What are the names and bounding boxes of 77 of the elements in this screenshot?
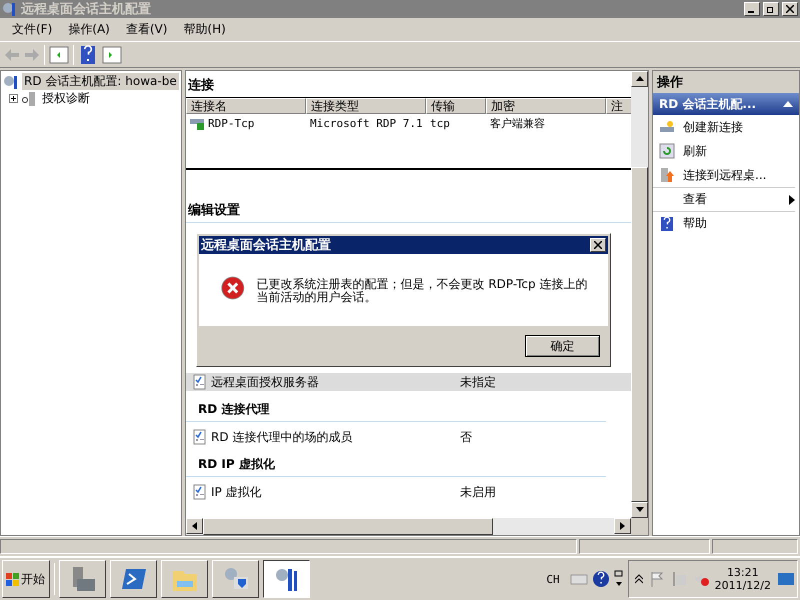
action-item[interactable]: 创建新连接	[653, 115, 795, 139]
clock-time: 13:21	[726, 566, 759, 579]
right-arrow-icon	[618, 522, 626, 530]
menu-item[interactable]: 操作(A)	[60, 21, 118, 38]
close-button[interactable]	[590, 238, 606, 252]
clock-date: 2011/12/2	[714, 579, 771, 592]
section-title: 连接	[187, 76, 215, 95]
table-cell-text: 客户端兼容	[489, 116, 546, 130]
action-item[interactable]: 查看	[653, 187, 795, 211]
pane-title: 操作	[653, 71, 799, 93]
action-item[interactable]: 刷新	[653, 139, 795, 163]
tree-item[interactable]: 授权诊断	[40, 90, 92, 107]
tree-item[interactable]: RD 会话主机配置: howa-be	[22, 73, 179, 90]
submenu-arrow-icon	[789, 194, 795, 204]
language-indicator[interactable]: CH	[540, 572, 566, 586]
action-pane-icon[interactable]	[102, 44, 122, 64]
collapse-icon	[783, 100, 793, 108]
section-title: 编辑设置	[186, 202, 241, 220]
up-arrow-icon	[636, 75, 644, 83]
windows-logo-icon	[5, 571, 21, 587]
setting-row[interactable]: RD 连接代理中的场的成员 否	[186, 428, 631, 446]
speaker-muted-icon[interactable]	[692, 571, 709, 587]
help-icon[interactable]	[78, 44, 98, 64]
close-icon	[786, 5, 794, 13]
checklist-icon	[192, 374, 208, 390]
close-button[interactable]	[782, 2, 798, 16]
column-header[interactable]: 传输	[426, 98, 486, 114]
horizontal-scrollbar[interactable]	[186, 518, 648, 535]
network-icon[interactable]	[670, 571, 687, 587]
app-icon	[2, 1, 18, 17]
setting-row[interactable]: 远程桌面授权服务器 未指定	[186, 373, 631, 391]
left-arrow-icon	[190, 522, 198, 530]
menu-item[interactable]: 帮助(H)	[175, 21, 234, 38]
network-device-icon	[659, 119, 675, 135]
help-icon[interactable]	[592, 570, 610, 588]
table-cell: RDP-Tcp	[186, 115, 306, 131]
column-header[interactable]: 加密	[486, 98, 606, 114]
menu-item[interactable]: 查看(V)	[118, 21, 176, 38]
show-desktop-icon[interactable]	[777, 571, 795, 587]
window-title: 远程桌面会话主机配置	[21, 0, 152, 18]
console-tree-icon[interactable]	[49, 44, 69, 64]
server-key-icon	[21, 90, 37, 106]
vertical-scrollbar[interactable]	[631, 71, 648, 518]
column-header[interactable]: 连接名	[186, 98, 306, 114]
minimize-button[interactable]	[744, 2, 760, 16]
action-item[interactable]: 帮助	[653, 211, 795, 235]
restore-button[interactable]	[763, 2, 779, 16]
start-button[interactable]: 开始	[2, 560, 50, 598]
column-header[interactable]: 连接类型	[306, 98, 426, 114]
expand-toggle[interactable]	[9, 94, 18, 103]
scrollbar-corner	[631, 518, 648, 535]
server-tools-icon	[3, 74, 19, 90]
ok-button[interactable]: 确定	[525, 335, 600, 357]
refresh-icon	[659, 143, 675, 159]
section-header[interactable]: RD 会话主机配...	[653, 93, 799, 115]
taskbar-button[interactable]	[263, 560, 310, 598]
chevron-up-icon[interactable]	[634, 574, 643, 584]
restore-caret-icon[interactable]	[614, 570, 624, 588]
down-arrow-icon	[636, 506, 644, 514]
table-cell-text: Microsoft RDP 7.1	[309, 116, 424, 130]
close-icon	[594, 241, 602, 249]
group-heading: RD 连接代理	[186, 391, 606, 422]
server-arrow-icon	[659, 167, 675, 183]
dialog-message: 已更改系统注册表的配置；但是，不会更改 RDP-Tcp 连接上的当前活动的用户会话。	[256, 276, 588, 304]
checklist-icon	[192, 484, 208, 500]
menu-item[interactable]: 文件(F)	[4, 21, 60, 38]
action-item[interactable]: 连接到远程桌...	[653, 163, 795, 187]
help-icon	[659, 216, 675, 232]
flag-icon[interactable]	[648, 571, 665, 587]
table-cell-text: tcp	[429, 116, 451, 130]
setting-row[interactable]: IP 虚拟化 未启用	[186, 483, 631, 501]
column-header[interactable]: 注	[606, 98, 631, 114]
checklist-icon	[192, 429, 208, 445]
restore-icon	[767, 5, 775, 13]
plus-icon	[10, 95, 17, 102]
dialog-title: 远程桌面会话主机配置	[201, 236, 331, 254]
group-heading: RD IP 虚拟化	[186, 446, 606, 477]
